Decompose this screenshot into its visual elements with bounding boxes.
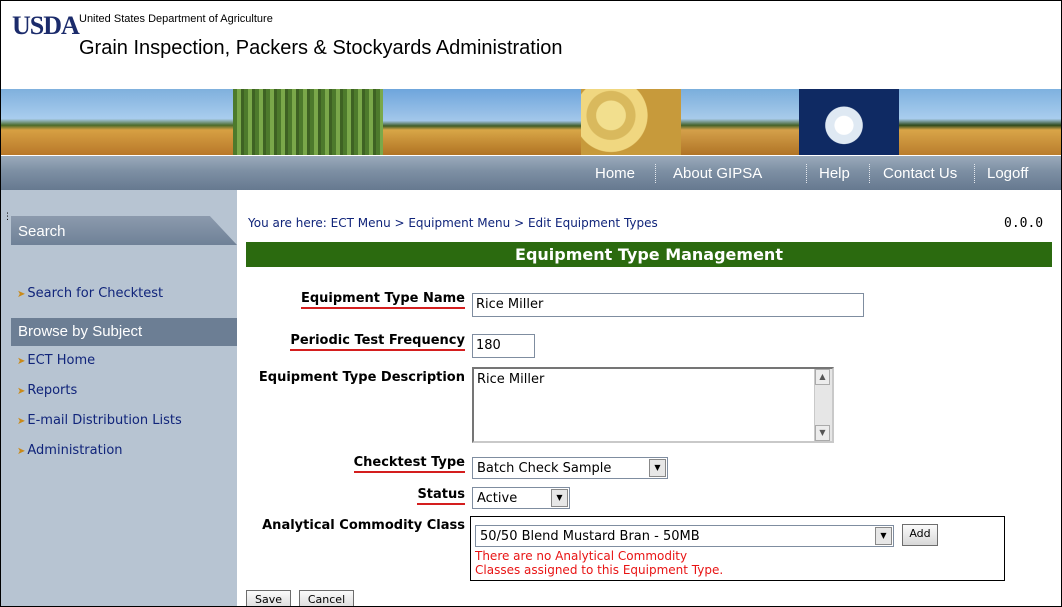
periodic-test-frequency-input[interactable]: 180 [472,334,535,358]
checktest-type-value: Batch Check Sample [477,461,612,476]
message-line: Classes assigned to this Equipment Type. [475,563,724,577]
banner-corn-photo [233,89,383,155]
sidebar-link-reports[interactable]: ➤ Reports [17,383,77,398]
chevron-down-icon[interactable]: ▼ [649,459,666,477]
nav-separator [869,164,870,183]
status-value: Active [477,491,518,506]
search-heading-label: Search [18,223,66,240]
scroll-up-icon[interactable]: ▲ [815,369,830,385]
nav-logoff-link[interactable]: Logoff [987,165,1028,182]
chevron-down-icon[interactable]: ▼ [875,527,892,545]
usda-logo[interactable]: USDA [12,11,80,41]
status-label: Status [417,487,465,505]
banner-chicks-photo [581,89,681,155]
checktest-type-select[interactable]: Batch Check Sample ▼ [472,457,668,479]
analytical-commodity-class-value: 50/50 Blend Mustard Bran - 50MB [480,529,700,544]
nav-separator [806,164,807,183]
nav-separator [655,164,656,183]
agency-name: Grain Inspection, Packers & Stockyards A… [79,37,563,59]
sidebar-link-label: E-mail Distribution Lists [27,413,182,428]
banner-wheat-photo [681,89,799,155]
no-commodity-classes-message: There are no Analytical Commodity Classe… [475,549,723,577]
browse-heading: Browse by Subject [11,318,237,346]
nav-about-link[interactable]: About GIPSA [673,165,762,182]
department-name: United States Department of Agriculture [79,13,273,25]
equipment-type-name-input[interactable]: Rice Miller [472,293,864,317]
analytical-commodity-class-label: Analytical Commodity Class [262,518,465,533]
banner-farmland-photo [899,89,1061,155]
top-nav: Home About GIPSA Help Contact Us Logoff [1,155,1061,190]
sidebar-link-label: Administration [27,443,123,458]
breadcrumb[interactable]: You are here: ECT Menu > Equipment Menu … [248,216,658,230]
page-title-bar: Equipment Type Management [246,242,1052,267]
add-button[interactable]: Add [902,524,938,546]
analytical-commodity-class-select[interactable]: 50/50 Blend Mustard Bran - 50MB ▼ [475,525,894,547]
scroll-down-icon[interactable]: ▼ [815,425,830,441]
sidebar-link-label: Search for Checktest [27,286,164,301]
arrow-icon: ➤ [17,416,26,427]
arrow-icon: ➤ [17,386,26,397]
page-frame: USDA United States Department of Agricul… [0,0,1062,607]
chevron-down-icon[interactable]: ▼ [551,489,568,507]
description-text: Rice Miller [477,372,545,387]
banner-lab-photo [799,89,899,155]
equipment-type-name-label: Equipment Type Name [300,291,465,309]
sidebar-link-label: Reports [27,383,78,398]
checktest-type-label: Checktest Type [353,455,465,473]
sidebar-link-administration[interactable]: ➤ Administration [17,443,123,458]
cancel-button[interactable]: Cancel [299,590,354,606]
banner-field-photo [1,89,233,155]
sidebar-link-search-checktest[interactable]: ➤ Search for Checktest [17,286,163,301]
version-label: 0.0.0 [1004,216,1044,231]
sidebar-link-ect-home[interactable]: ➤ ECT Home [17,353,95,368]
banner-plains-photo [383,89,581,155]
sidebar-link-label: ECT Home [27,353,96,368]
analytical-commodity-class-box: 50/50 Blend Mustard Bran - 50MB ▼ Add Th… [470,516,1005,581]
arrow-icon: ➤ [17,446,26,457]
dotted-marker: ⋮ [3,212,12,222]
nav-help-link[interactable]: Help [819,165,850,182]
photo-banner [1,89,1061,155]
message-line: There are no Analytical Commodity [475,549,688,563]
nav-separator [974,164,975,183]
arrow-icon: ➤ [17,289,26,300]
page-title: Equipment Type Management [515,245,783,264]
site-header: USDA United States Department of Agricul… [1,1,1061,89]
arrow-icon: ➤ [17,356,26,367]
status-select[interactable]: Active ▼ [472,487,570,509]
save-button[interactable]: Save [246,590,291,606]
nav-contact-link[interactable]: Contact Us [883,165,957,182]
sidebar-link-email-lists[interactable]: ➤ E-mail Distribution Lists [17,413,182,428]
browse-heading-label: Browse by Subject [18,323,143,340]
equipment-type-description-textarea[interactable]: Rice Miller ▲ ▼ [472,367,834,443]
periodic-test-frequency-label: Periodic Test Frequency [290,333,465,351]
left-sidebar: ⋮ Search ➤ Search for Checktest Browse by… [1,190,237,606]
description-scrollbar[interactable]: ▲ ▼ [814,369,832,441]
equipment-type-description-label: Equipment Type Description [258,370,465,385]
search-heading: Search [11,216,237,245]
nav-home-link[interactable]: Home [595,165,635,182]
